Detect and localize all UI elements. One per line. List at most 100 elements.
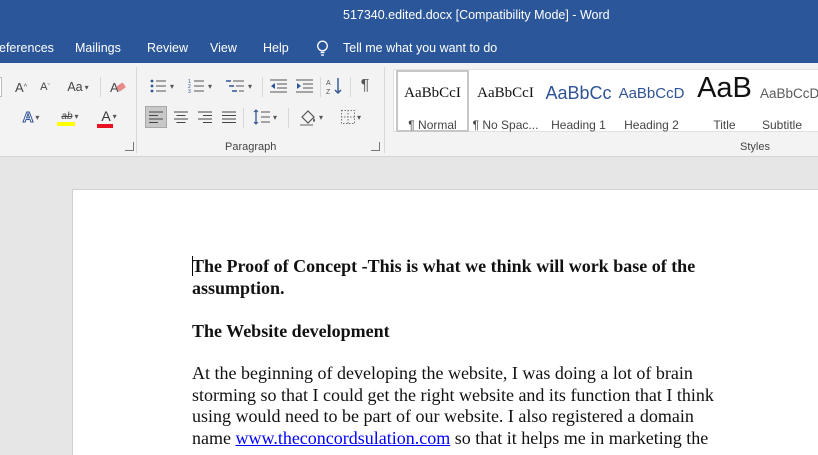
tab-references[interactable]: eferences xyxy=(0,41,54,55)
grow-font-button[interactable]: A ^ xyxy=(12,77,30,97)
style-name: Heading 2 xyxy=(624,118,679,132)
paragraph-text: name xyxy=(192,428,236,448)
style-name: ¶ No Spac... xyxy=(472,118,539,132)
ribbon: A ^ Aˇ Aa ▾ A A ▾ ab ▾ A ▾ ▾ 123 ▾ ▾ A Z… xyxy=(0,63,818,157)
tab-review[interactable]: Review xyxy=(147,41,188,55)
change-case-icon: Aa xyxy=(67,80,83,94)
group-separator xyxy=(136,67,137,153)
font-color-button[interactable]: A ▾ xyxy=(92,107,126,129)
decrease-indent-button[interactable] xyxy=(268,76,290,96)
styles-group-label: Styles xyxy=(740,141,770,153)
text-highlight-button[interactable]: ab ▾ xyxy=(52,107,88,129)
numbering-icon: 123 xyxy=(188,79,204,94)
borders-icon xyxy=(340,110,355,124)
style-sample: AaBbCc xyxy=(545,83,612,103)
website-link[interactable]: www.theconcordsulation.com xyxy=(235,428,450,448)
align-right-button[interactable] xyxy=(194,106,216,128)
style-sample: AaBbCcD xyxy=(618,85,685,102)
justify-button[interactable] xyxy=(218,106,240,128)
decrease-indent-icon xyxy=(270,79,287,93)
pilcrow-icon: ¶ xyxy=(360,77,370,94)
shrink-font-button[interactable]: Aˇ xyxy=(36,77,54,97)
borders-button[interactable]: ▾ xyxy=(334,106,368,128)
paragraph-line-4[interactable]: name www.theconcordsulation.com so that … xyxy=(192,428,708,450)
tab-mailings[interactable]: Mailings xyxy=(75,41,121,55)
align-center-button[interactable] xyxy=(170,106,192,128)
heading-website-development[interactable]: The Website development xyxy=(192,321,390,343)
paint-bucket-icon xyxy=(299,110,315,126)
style-subtitle[interactable]: AaBbCcD Subtitle xyxy=(756,70,818,132)
numbering-button[interactable]: 123 ▾ xyxy=(184,76,216,96)
tab-view[interactable]: View xyxy=(210,41,237,55)
style-name: ¶ Normal xyxy=(408,118,457,132)
style-sample: AaBbCcD xyxy=(760,86,818,101)
paragraph-line-2[interactable]: storming so that I could get the right w… xyxy=(192,385,714,407)
justify-icon xyxy=(222,111,236,123)
svg-text:Z: Z xyxy=(326,89,331,95)
clear-formatting-button[interactable]: A xyxy=(108,77,128,97)
text-effects-button[interactable]: A ▾ xyxy=(14,107,48,127)
align-center-icon xyxy=(174,111,188,123)
shading-button[interactable]: ▾ xyxy=(294,106,328,128)
style-name: Subtitle xyxy=(762,118,803,132)
font-dialog-launcher[interactable] xyxy=(125,142,134,151)
paragraph-line-1[interactable]: At the beginning of developing the websi… xyxy=(192,363,693,385)
change-case-button[interactable]: Aa ▾ xyxy=(64,77,92,97)
styles-gallery: AaBbCcI ¶ Normal AaBbCcI ¶ No Spac... Aa… xyxy=(393,69,818,132)
highlight-color-swatch xyxy=(57,121,75,126)
style-title[interactable]: AaB Title xyxy=(688,70,761,132)
document-area[interactable]: The Proof of Concept -This is what we th… xyxy=(0,157,818,455)
sort-icon: A Z xyxy=(326,78,342,95)
paragraph-dialog-launcher[interactable] xyxy=(371,142,380,151)
style-heading-2[interactable]: AaBbCcD Heading 2 xyxy=(615,70,688,132)
text-effects-icon: A xyxy=(22,108,34,126)
heading-proof-of-concept-line-1[interactable]: The Proof of Concept -This is what we th… xyxy=(192,256,695,278)
eraser-icon: A xyxy=(110,80,126,95)
multilevel-list-button[interactable]: ▾ xyxy=(222,76,256,96)
tab-help[interactable]: Help xyxy=(263,41,289,55)
align-left-icon xyxy=(149,111,163,123)
align-left-button[interactable] xyxy=(145,106,167,128)
window-title: 517340.edited.docx [Compatibility Mode] … xyxy=(343,8,610,22)
separator xyxy=(262,77,263,97)
separator xyxy=(100,77,101,97)
heading-proof-of-concept-line-2[interactable]: assumption. xyxy=(192,278,285,300)
separator xyxy=(243,108,244,128)
style-sample: AaBbCcI xyxy=(477,85,534,101)
ribbon-tabs: eferences Mailings Review View Help Tell… xyxy=(0,33,818,63)
shrink-font-icon: A xyxy=(40,81,48,93)
font-color-icon: A xyxy=(101,108,111,124)
bullets-icon xyxy=(150,79,166,93)
increase-indent-button[interactable] xyxy=(294,76,316,96)
font-color-swatch xyxy=(97,124,113,128)
line-spacing-button[interactable]: ▾ xyxy=(248,106,282,128)
increase-indent-icon xyxy=(296,79,313,93)
document-page[interactable]: The Proof of Concept -This is what we th… xyxy=(72,189,818,455)
svg-text:A: A xyxy=(326,80,331,87)
show-formatting-button[interactable]: ¶ xyxy=(354,76,376,96)
paragraph-group-label: Paragraph xyxy=(225,141,277,153)
highlighter-icon: ab xyxy=(61,110,73,122)
paragraph-text: so that it helps me in marketing the xyxy=(450,428,709,448)
multilevel-list-icon xyxy=(225,80,244,92)
separator xyxy=(320,77,321,97)
paragraph-line-3[interactable]: using would need to be part of our websi… xyxy=(192,406,694,428)
align-right-icon xyxy=(198,111,212,123)
font-size-box[interactable] xyxy=(0,77,2,97)
bullets-button[interactable]: ▾ xyxy=(146,76,178,96)
group-separator xyxy=(384,67,385,153)
lightbulb-icon xyxy=(317,40,328,56)
title-bar: 517340.edited.docx [Compatibility Mode] … xyxy=(0,0,818,33)
style-sample: AaB xyxy=(697,72,752,104)
style-no-spacing[interactable]: AaBbCcI ¶ No Spac... xyxy=(469,70,542,132)
tell-me-search[interactable]: Tell me what you want to do xyxy=(343,41,497,55)
separator xyxy=(288,108,289,128)
style-heading-1[interactable]: AaBbCc Heading 1 xyxy=(542,70,615,132)
style-name: Heading 1 xyxy=(551,118,606,132)
separator xyxy=(350,77,351,97)
sort-button[interactable]: A Z xyxy=(324,76,346,96)
style-normal[interactable]: AaBbCcI ¶ Normal xyxy=(396,70,469,132)
grow-font-icon: A xyxy=(15,79,24,95)
svg-text:3: 3 xyxy=(188,89,191,94)
line-spacing-icon xyxy=(253,109,270,125)
